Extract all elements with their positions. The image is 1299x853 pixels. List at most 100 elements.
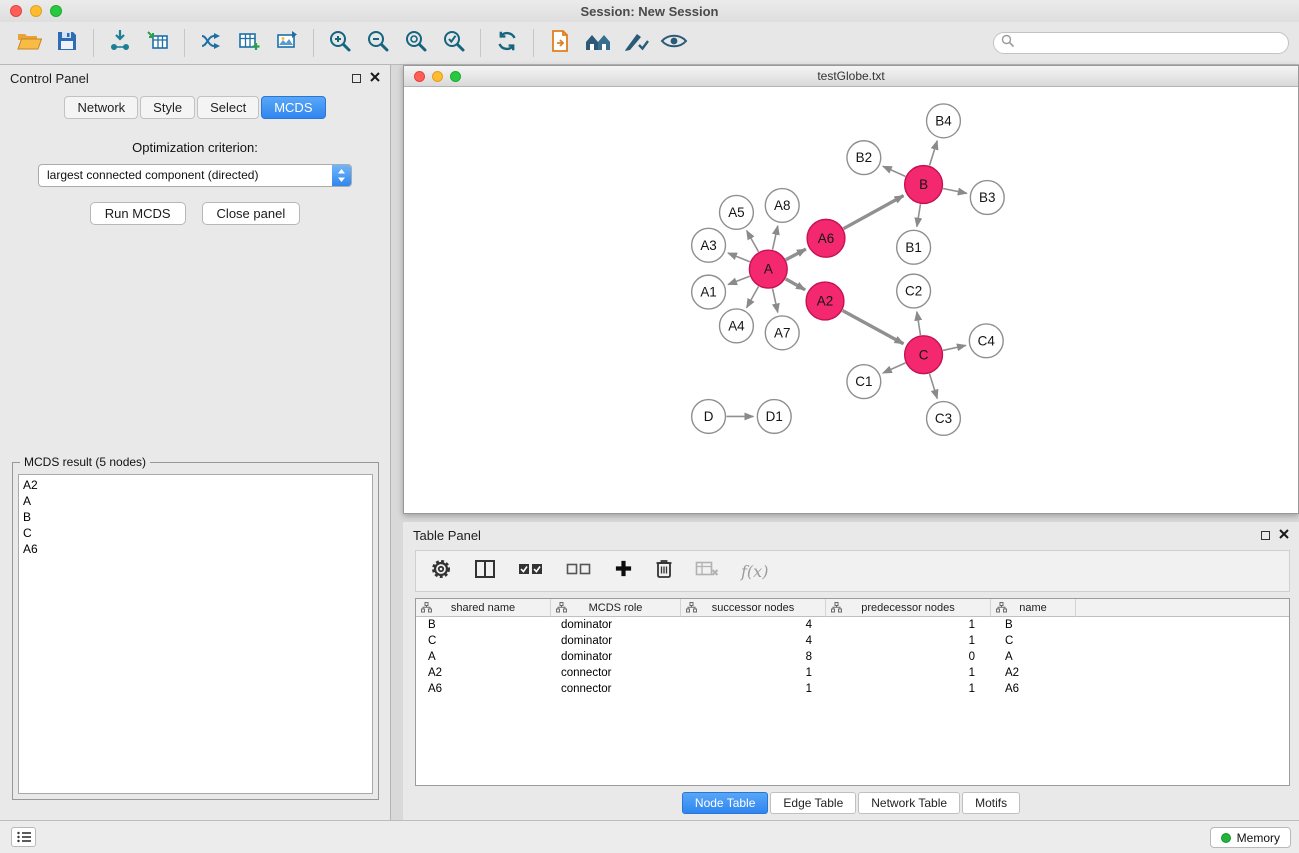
import-table-button[interactable] — [139, 26, 177, 60]
network-node-C2[interactable]: C2 — [897, 274, 931, 308]
add-column-button[interactable] — [614, 559, 633, 583]
run-mcds-button[interactable]: Run MCDS — [90, 202, 186, 225]
network-close-button[interactable] — [414, 71, 425, 82]
mcds-result-item[interactable]: B — [23, 509, 368, 525]
float-panel-icon[interactable] — [352, 74, 361, 83]
network-edge-A6-B[interactable] — [843, 196, 903, 229]
apply-layout-button[interactable] — [488, 26, 526, 60]
mcds-result-item[interactable]: C — [23, 525, 368, 541]
tab-network[interactable]: Network — [64, 96, 138, 119]
show-columns-button[interactable] — [474, 559, 496, 584]
network-edge-C-C4[interactable] — [943, 345, 966, 350]
network-edge-B-B3[interactable] — [943, 189, 967, 194]
mcds-result-item[interactable]: A — [23, 493, 368, 509]
network-node-B1[interactable]: B1 — [897, 230, 931, 264]
criterion-dropdown[interactable]: largest connected component (directed) — [38, 164, 352, 187]
network-edge-A-A8[interactable] — [773, 226, 778, 250]
network-edge-A2-C[interactable] — [842, 311, 903, 344]
select-all-button[interactable] — [518, 561, 544, 582]
table-row[interactable]: A6connector11A6 — [416, 681, 1289, 697]
network-edge-A-A1[interactable] — [728, 276, 750, 284]
new-table-button[interactable] — [230, 26, 268, 60]
network-node-C4[interactable]: C4 — [969, 324, 1003, 358]
network-node-C3[interactable]: C3 — [927, 402, 961, 436]
network-node-A3[interactable]: A3 — [692, 228, 726, 262]
network-node-B3[interactable]: B3 — [970, 181, 1004, 215]
network-node-C[interactable]: C — [905, 336, 943, 374]
annotation-button[interactable] — [617, 26, 655, 60]
tab-edge-table[interactable]: Edge Table — [770, 792, 856, 814]
column-header-successor-nodes[interactable]: successor nodes — [681, 599, 826, 617]
float-table-panel-icon[interactable] — [1261, 531, 1270, 540]
network-node-C1[interactable]: C1 — [847, 365, 881, 399]
network-edge-C-C3[interactable] — [929, 374, 937, 399]
memory-button[interactable]: Memory — [1210, 827, 1291, 848]
network-node-A6[interactable]: A6 — [807, 219, 845, 257]
network-node-A[interactable]: A — [749, 250, 787, 288]
show-hide-button[interactable] — [655, 26, 693, 60]
tab-network-table[interactable]: Network Table — [858, 792, 960, 814]
deselect-all-button[interactable] — [566, 561, 592, 582]
table-row[interactable]: Bdominator41B — [416, 617, 1289, 633]
close-panel-icon[interactable] — [370, 69, 380, 87]
network-node-B2[interactable]: B2 — [847, 141, 881, 175]
network-canvas-container[interactable]: B4 B2 B B3 A5 A8A6 A3 B1 A C2 A1 A2 A4 A7 C4 C C1 D D1 C3 — [404, 87, 1298, 513]
column-header-mcds-role[interactable]: MCDS role — [551, 599, 681, 617]
network-node-B4[interactable]: B4 — [927, 104, 961, 138]
network-node-A2[interactable]: A2 — [806, 282, 844, 320]
network-edge-B-B2[interactable] — [883, 166, 906, 176]
import-network-button[interactable] — [101, 26, 139, 60]
network-edge-C-C2[interactable] — [917, 312, 921, 335]
network-node-A8[interactable]: A8 — [765, 189, 799, 223]
home-networks-button[interactable] — [579, 26, 617, 60]
open-session-button[interactable] — [10, 26, 48, 60]
network-edge-A-A6[interactable] — [786, 249, 806, 260]
column-header-shared-name[interactable]: shared name — [416, 599, 551, 617]
tab-style[interactable]: Style — [140, 96, 195, 119]
table-settings-button[interactable] — [430, 558, 452, 585]
search-input[interactable] — [1018, 34, 1288, 52]
network-edge-A-A4[interactable] — [747, 287, 759, 308]
close-table-panel-icon[interactable] — [1279, 526, 1289, 544]
close-window-button[interactable] — [10, 5, 22, 17]
minimize-window-button[interactable] — [30, 5, 42, 17]
network-node-A1[interactable]: A1 — [692, 275, 726, 309]
table-row[interactable]: A2connector11A2 — [416, 665, 1289, 681]
network-node-D1[interactable]: D1 — [757, 400, 791, 434]
export-document-button[interactable] — [541, 26, 579, 60]
network-node-B[interactable]: B — [905, 166, 943, 204]
mcds-result-item[interactable]: A2 — [23, 477, 368, 493]
network-node-D[interactable]: D — [692, 400, 726, 434]
network-node-A7[interactable]: A7 — [765, 316, 799, 350]
network-edge-B-B1[interactable] — [917, 204, 921, 226]
delete-column-button[interactable] — [655, 558, 673, 584]
table-row[interactable]: Cdominator41C — [416, 633, 1289, 649]
network-edge-B-B4[interactable] — [929, 141, 937, 166]
network-edge-A-A5[interactable] — [747, 231, 759, 252]
table-row[interactable]: Adominator80A — [416, 649, 1289, 665]
network-edge-A-A7[interactable] — [773, 289, 778, 313]
column-header-name[interactable]: name — [991, 599, 1076, 617]
tab-motifs[interactable]: Motifs — [962, 792, 1020, 814]
export-image-button[interactable] — [268, 26, 306, 60]
tab-select[interactable]: Select — [197, 96, 259, 119]
close-panel-button[interactable]: Close panel — [202, 202, 301, 225]
new-network-button[interactable] — [192, 26, 230, 60]
network-zoom-button[interactable] — [450, 71, 461, 82]
zoom-out-button[interactable] — [359, 26, 397, 60]
column-header-predecessor-nodes[interactable]: predecessor nodes — [826, 599, 991, 617]
tab-node-table[interactable]: Node Table — [682, 792, 769, 814]
network-minimize-button[interactable] — [432, 71, 443, 82]
mcds-result-item[interactable]: A6 — [23, 541, 368, 557]
network-edge-A-A3[interactable] — [728, 253, 750, 262]
zoom-selected-button[interactable] — [435, 26, 473, 60]
network-edge-C-C1[interactable] — [883, 363, 906, 373]
task-history-button[interactable] — [11, 827, 36, 847]
save-session-button[interactable] — [48, 26, 86, 60]
zoom-in-button[interactable] — [321, 26, 359, 60]
network-node-A4[interactable]: A4 — [720, 309, 754, 343]
zoom-window-button[interactable] — [50, 5, 62, 17]
zoom-fit-button[interactable] — [397, 26, 435, 60]
network-node-A5[interactable]: A5 — [720, 195, 754, 229]
network-edge-A-A2[interactable] — [786, 279, 805, 290]
